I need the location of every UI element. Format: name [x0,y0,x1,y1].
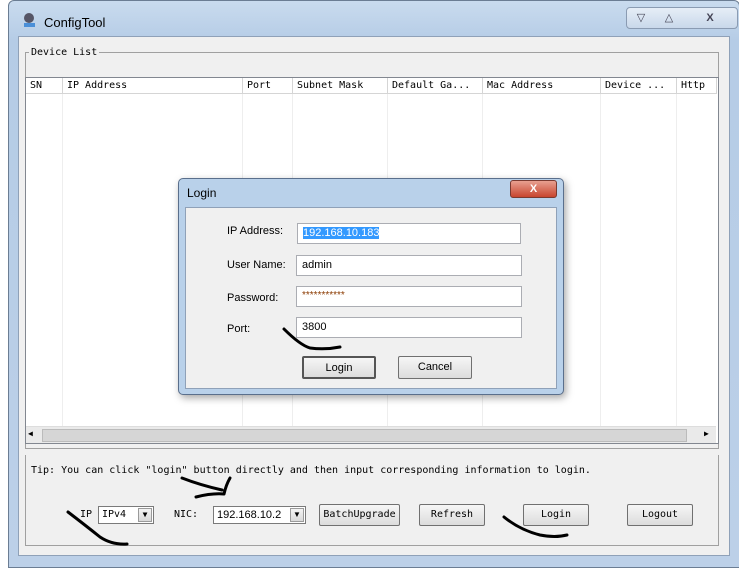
annotation-stroke [180,476,232,499]
annotation-stroke [282,327,342,351]
annotation-stroke [502,515,569,538]
annotation-strokes [66,327,569,546]
annotation-stroke [66,510,129,546]
